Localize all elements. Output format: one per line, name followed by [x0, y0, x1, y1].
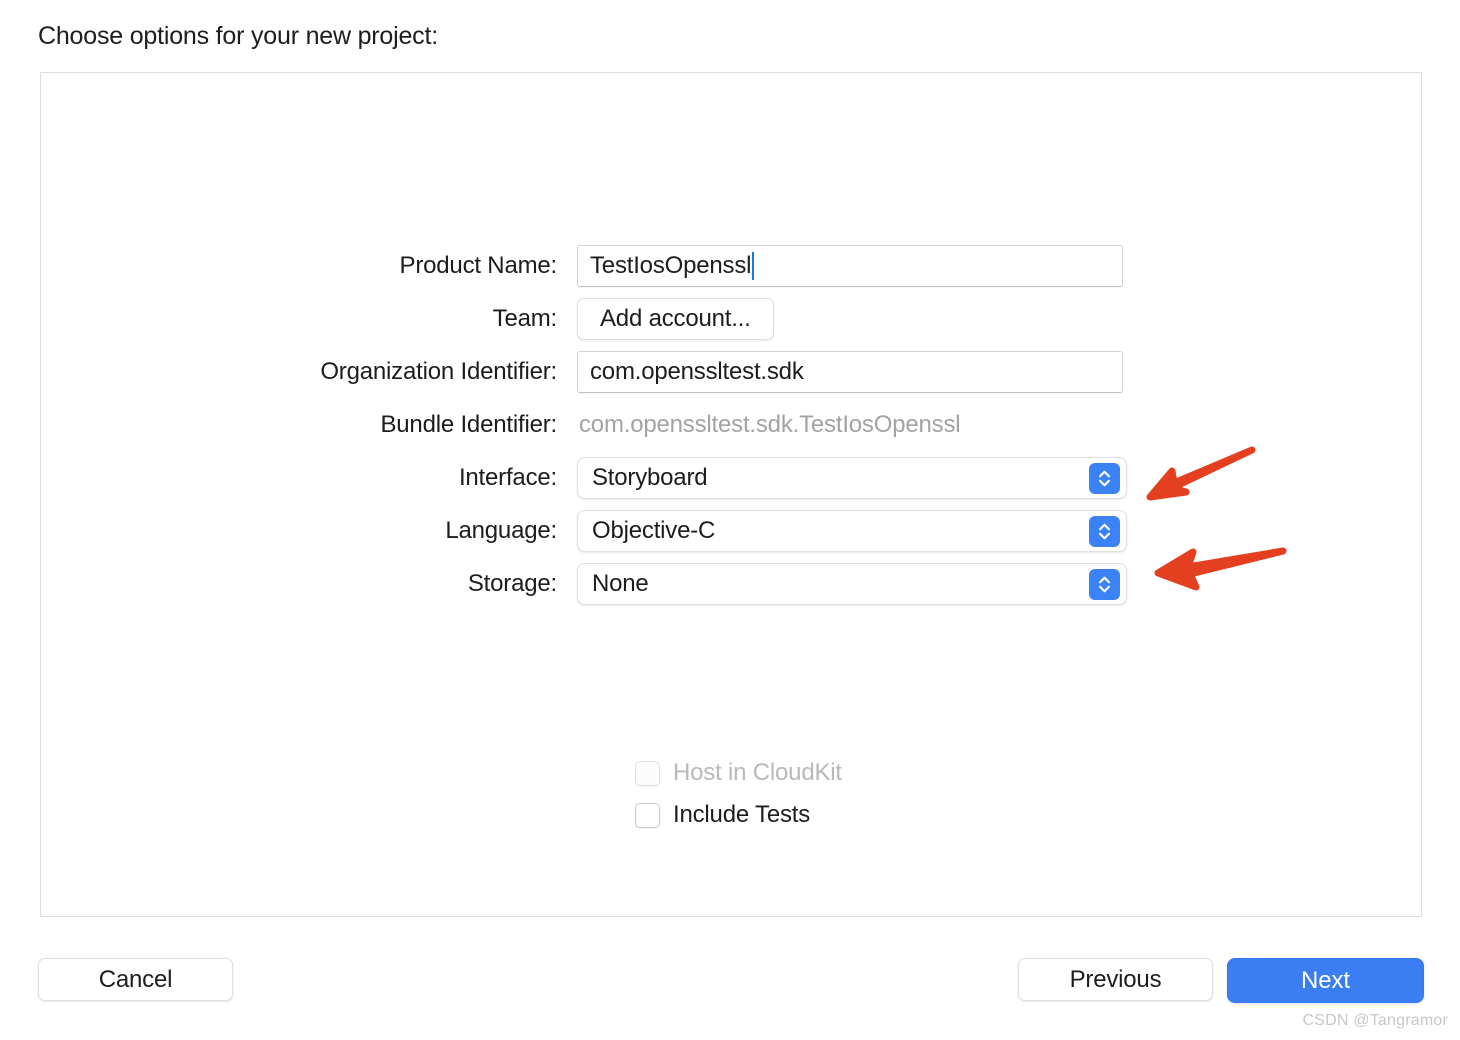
language-select[interactable]: Objective-C	[577, 510, 1127, 552]
text-cursor	[752, 252, 755, 280]
chevron-up-down-icon[interactable]	[1089, 568, 1120, 600]
form-row-organization-identifier: Organization Identifier: com.openssltest…	[41, 351, 1421, 393]
new-project-options-dialog: Choose options for your new project: Pro…	[0, 0, 1460, 1040]
product-name-input[interactable]: TestIosOpenssl	[577, 245, 1123, 287]
label-storage: Storage:	[467, 570, 557, 597]
storage-selected-value: None	[592, 570, 649, 597]
organization-identifier-input[interactable]: com.openssltest.sdk	[577, 351, 1123, 393]
language-selected-value: Objective-C	[592, 517, 716, 544]
options-panel: Product Name: TestIosOpenssl Team: Add a…	[40, 72, 1422, 917]
label-team: Team:	[492, 305, 558, 332]
label-language: Language:	[445, 517, 557, 544]
host-in-cloudkit-label: Host in CloudKit	[673, 759, 842, 786]
chevron-up-down-icon[interactable]	[1089, 462, 1120, 494]
label-organization-identifier: Organization Identifier:	[320, 358, 557, 385]
checkbox-row-include-tests[interactable]: Include Tests	[635, 795, 842, 835]
storage-select[interactable]: None	[577, 563, 1127, 605]
project-options-form: Product Name: TestIosOpenssl Team: Add a…	[41, 245, 1421, 616]
label-product-name: Product Name:	[399, 252, 558, 279]
organization-identifier-value: com.openssltest.sdk	[590, 358, 804, 385]
form-row-product-name: Product Name: TestIosOpenssl	[41, 245, 1421, 287]
form-row-interface: Interface: Storyboard	[41, 457, 1421, 499]
product-name-value: TestIosOpenssl	[590, 252, 752, 279]
cancel-button[interactable]: Cancel	[38, 958, 233, 1001]
chevron-up-down-icon[interactable]	[1089, 515, 1120, 547]
host-in-cloudkit-checkbox	[635, 760, 660, 786]
checkbox-row-host-in-cloudkit[interactable]: Host in CloudKit	[635, 753, 842, 793]
form-row-language: Language: Objective-C	[41, 510, 1421, 552]
page-title: Choose options for your new project:	[38, 22, 438, 50]
previous-button[interactable]: Previous	[1018, 958, 1213, 1001]
form-row-team: Team: Add account...	[41, 298, 1421, 340]
options-checkbox-group: Host in CloudKit Include Tests	[635, 753, 842, 837]
include-tests-checkbox[interactable]	[635, 802, 660, 828]
form-row-bundle-identifier: Bundle Identifier: com.openssltest.sdk.T…	[41, 404, 1421, 446]
form-row-storage: Storage: None	[41, 563, 1421, 605]
include-tests-label: Include Tests	[673, 801, 811, 828]
bundle-identifier-value: com.openssltest.sdk.TestIosOpenssl	[579, 411, 961, 438]
interface-select[interactable]: Storyboard	[577, 457, 1127, 499]
next-button[interactable]: Next	[1227, 958, 1424, 1003]
label-bundle-identifier: Bundle Identifier:	[380, 411, 557, 438]
interface-selected-value: Storyboard	[592, 464, 708, 491]
label-interface: Interface:	[458, 464, 557, 491]
watermark: CSDN @Tangramor	[1302, 1012, 1448, 1029]
add-account-button[interactable]: Add account...	[577, 298, 774, 340]
